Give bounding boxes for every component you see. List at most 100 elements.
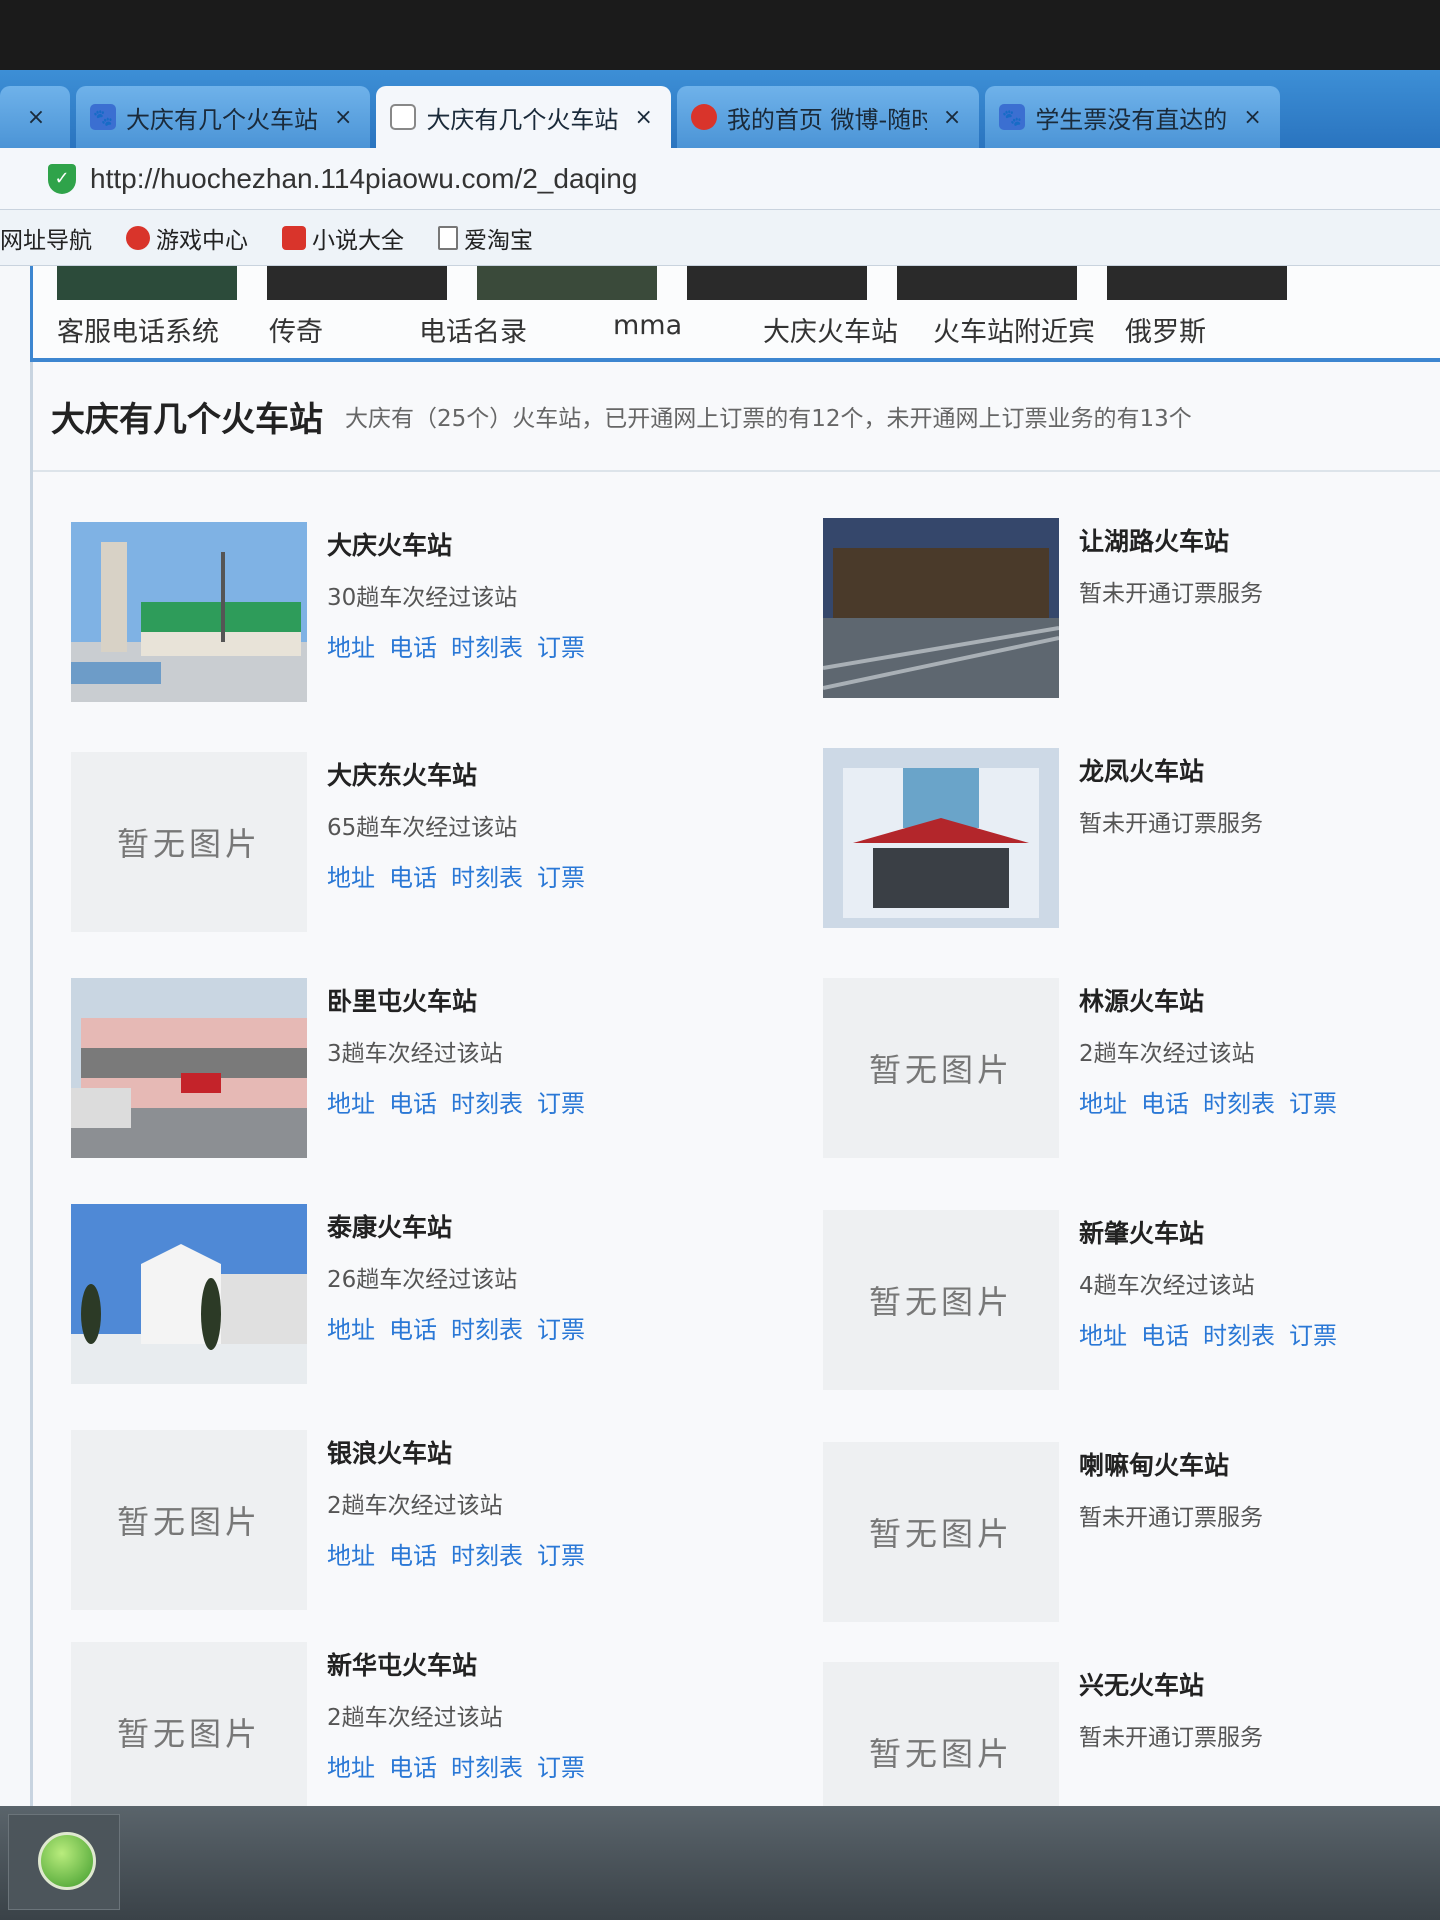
nav-thumbnail[interactable] bbox=[267, 266, 447, 300]
book-link[interactable]: 订票 bbox=[537, 1310, 585, 1345]
station-name[interactable]: 喇嘛甸火车站 bbox=[1079, 1446, 1263, 1482]
station-card: 卧里屯火车站 3趟车次经过该站 地址 电话 时刻表 订票 bbox=[71, 978, 711, 1158]
nav-item[interactable]: 客服电话系统 bbox=[57, 310, 219, 349]
bookmarks-bar: 网址导航 游戏中心 小说大全 爱淘宝 bbox=[0, 210, 1440, 266]
phone-link[interactable]: 电话 bbox=[389, 1536, 437, 1571]
book-link[interactable]: 订票 bbox=[1289, 1316, 1337, 1351]
browser-app-icon[interactable] bbox=[38, 1832, 96, 1890]
station-info: 银浪火车站 2趟车次经过该站 地址 电话 时刻表 订票 bbox=[327, 1434, 585, 1571]
close-icon[interactable]: × bbox=[27, 105, 45, 130]
nav-item[interactable]: 大庆火车站 bbox=[763, 310, 898, 349]
train-count: 30趟车次经过该站 bbox=[327, 585, 518, 611]
station-name[interactable]: 龙凤火车站 bbox=[1079, 752, 1263, 788]
book-link[interactable]: 订票 bbox=[537, 1084, 585, 1119]
station-photo[interactable] bbox=[71, 978, 307, 1158]
station-photo[interactable] bbox=[823, 748, 1059, 928]
nav-item[interactable]: mma bbox=[613, 310, 682, 341]
address-link[interactable]: 地址 bbox=[327, 628, 375, 663]
address-link[interactable]: 地址 bbox=[1079, 1084, 1127, 1119]
timetable-link[interactable]: 时刻表 bbox=[451, 1748, 523, 1783]
train-count: 4趟车次经过该站 bbox=[1079, 1273, 1255, 1299]
phone-link[interactable]: 电话 bbox=[1141, 1316, 1189, 1351]
timetable-link[interactable]: 时刻表 bbox=[451, 1084, 523, 1119]
url-field[interactable]: http://huochezhan.114piaowu.com/2_daqing bbox=[90, 163, 637, 195]
station-name[interactable]: 让湖路火车站 bbox=[1079, 522, 1263, 558]
bookmark-games[interactable]: 游戏中心 bbox=[126, 221, 248, 255]
station-card: 暂无图片 大庆东火车站 65趟车次经过该站 地址 电话 时刻表 订票 bbox=[71, 752, 711, 932]
station-name[interactable]: 大庆东火车站 bbox=[327, 756, 585, 792]
tab-student-ticket[interactable]: 🐾 学生票没有直达的 × bbox=[985, 86, 1280, 148]
tab-daqing-1[interactable]: 🐾 大庆有几个火车站 × bbox=[76, 86, 371, 148]
bookmark-taobao[interactable]: 爱淘宝 bbox=[438, 221, 533, 255]
nav-item[interactable]: 俄罗斯 bbox=[1125, 310, 1206, 349]
nav-thumbnail[interactable] bbox=[897, 266, 1077, 300]
station-name[interactable]: 泰康火车站 bbox=[327, 1208, 585, 1244]
close-icon[interactable]: × bbox=[334, 105, 352, 130]
station-photo[interactable] bbox=[71, 1204, 307, 1384]
book-link[interactable]: 订票 bbox=[537, 1748, 585, 1783]
station-info: 泰康火车站 26趟车次经过该站 地址 电话 时刻表 订票 bbox=[327, 1208, 585, 1345]
bookmark-nav[interactable]: 网址导航 bbox=[0, 221, 92, 255]
page-icon bbox=[438, 225, 458, 250]
timetable-link[interactable]: 时刻表 bbox=[451, 858, 523, 893]
address-link[interactable]: 地址 bbox=[327, 1536, 375, 1571]
nav-item[interactable]: 传奇 bbox=[269, 310, 323, 349]
nav-thumbnail[interactable] bbox=[477, 266, 657, 300]
close-icon[interactable]: × bbox=[943, 105, 961, 130]
station-info: 龙凤火车站 暂未开通订票服务 bbox=[1079, 752, 1263, 854]
address-bar[interactable]: ✓ http://huochezhan.114piaowu.com/2_daqi… bbox=[0, 148, 1440, 210]
station-name[interactable]: 兴无火车站 bbox=[1079, 1666, 1263, 1702]
address-link[interactable]: 地址 bbox=[327, 1084, 375, 1119]
address-link[interactable]: 地址 bbox=[327, 1310, 375, 1345]
service-status: 暂未开通订票服务 bbox=[1079, 1505, 1263, 1531]
taskbar bbox=[0, 1806, 1440, 1920]
book-link[interactable]: 订票 bbox=[537, 628, 585, 663]
timetable-link[interactable]: 时刻表 bbox=[451, 1310, 523, 1345]
station-photo[interactable] bbox=[71, 522, 307, 702]
close-icon[interactable]: × bbox=[1243, 105, 1261, 130]
address-link[interactable]: 地址 bbox=[327, 1748, 375, 1783]
station-name[interactable]: 卧里屯火车站 bbox=[327, 982, 585, 1018]
station-name[interactable]: 大庆火车站 bbox=[327, 526, 585, 562]
baidu-paw-icon: 🐾 bbox=[90, 104, 116, 130]
timetable-link[interactable]: 时刻表 bbox=[1203, 1084, 1275, 1119]
address-link[interactable]: 地址 bbox=[1079, 1316, 1127, 1351]
nav-thumbnail[interactable] bbox=[687, 266, 867, 300]
nav-item[interactable]: 火车站附近宾 bbox=[933, 310, 1095, 349]
station-card: 让湖路火车站 暂未开通订票服务 bbox=[823, 518, 1440, 698]
timetable-link[interactable]: 时刻表 bbox=[451, 1536, 523, 1571]
phone-link[interactable]: 电话 bbox=[389, 858, 437, 893]
station-name[interactable]: 银浪火车站 bbox=[327, 1434, 585, 1470]
phone-link[interactable]: 电话 bbox=[389, 1084, 437, 1119]
station-photo[interactable] bbox=[823, 518, 1059, 698]
nav-thumbnail[interactable] bbox=[1107, 266, 1287, 300]
book-link[interactable]: 订票 bbox=[1289, 1084, 1337, 1119]
tab-close-button[interactable]: × bbox=[0, 86, 70, 148]
book-link[interactable]: 订票 bbox=[537, 1536, 585, 1571]
phone-link[interactable]: 电话 bbox=[389, 1748, 437, 1783]
tab-daqing-2[interactable]: 大庆有几个火车站 × bbox=[376, 86, 671, 148]
bookmark-label: 爱淘宝 bbox=[464, 227, 533, 254]
nav-item[interactable]: 电话名录 bbox=[419, 310, 527, 349]
timetable-link[interactable]: 时刻表 bbox=[1203, 1316, 1275, 1351]
nav-thumbnail[interactable] bbox=[57, 266, 237, 300]
phone-link[interactable]: 电话 bbox=[389, 1310, 437, 1345]
service-status: 暂未开通订票服务 bbox=[1079, 581, 1263, 607]
train-count: 65趟车次经过该站 bbox=[327, 815, 518, 841]
station-info: 喇嘛甸火车站 暂未开通订票服务 bbox=[1079, 1446, 1263, 1548]
station-name[interactable]: 新肇火车站 bbox=[1079, 1214, 1337, 1250]
bookmark-novels[interactable]: 小说大全 bbox=[282, 221, 404, 255]
timetable-link[interactable]: 时刻表 bbox=[451, 628, 523, 663]
tab-weibo[interactable]: 我的首页 微博-随时 × bbox=[676, 86, 980, 148]
phone-link[interactable]: 电话 bbox=[1141, 1084, 1189, 1119]
close-icon[interactable]: × bbox=[634, 105, 652, 130]
tab-title: 我的首页 微博-随时 bbox=[726, 105, 927, 134]
address-link[interactable]: 地址 bbox=[327, 858, 375, 893]
station-name[interactable]: 新华屯火车站 bbox=[327, 1646, 585, 1682]
book-link[interactable]: 订票 bbox=[537, 858, 585, 893]
no-image-placeholder: 暂无图片 bbox=[823, 1442, 1059, 1622]
station-card: 暂无图片 林源火车站 2趟车次经过该站 地址 电话 时刻表 订票 bbox=[823, 978, 1440, 1158]
train-count: 2趟车次经过该站 bbox=[327, 1705, 503, 1731]
station-name[interactable]: 林源火车站 bbox=[1079, 982, 1337, 1018]
phone-link[interactable]: 电话 bbox=[389, 628, 437, 663]
